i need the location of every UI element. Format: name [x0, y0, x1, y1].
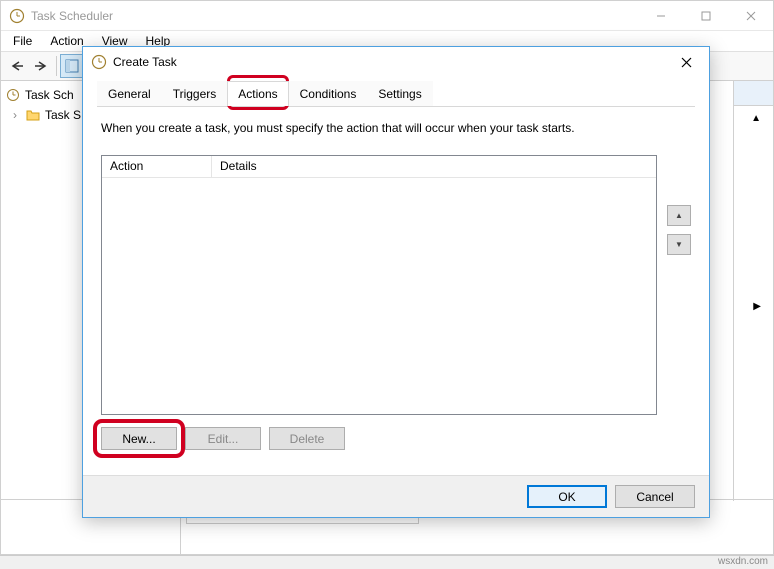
instruction-text: When you create a task, you must specify…: [101, 121, 691, 135]
dialog-titlebar: Create Task: [83, 47, 709, 77]
tree-library-label: Task S: [45, 108, 81, 122]
panel-expand-icon[interactable]: ▶: [753, 301, 761, 312]
cancel-button[interactable]: Cancel: [615, 485, 695, 508]
tab-triggers[interactable]: Triggers: [162, 81, 228, 106]
nav-back-button[interactable]: [5, 54, 29, 78]
titlebar: Task Scheduler: [1, 1, 773, 31]
dialog-footer: OK Cancel: [83, 475, 709, 517]
tabstrip: General Triggers Actions Conditions Sett…: [97, 81, 695, 107]
dialog-close-button[interactable]: [671, 50, 701, 74]
listview-header: Action Details: [102, 156, 656, 178]
actions-listview[interactable]: Action Details: [101, 155, 657, 415]
menu-file[interactable]: File: [5, 32, 40, 50]
nav-forward-button[interactable]: [29, 54, 53, 78]
move-down-button[interactable]: ▼: [667, 234, 691, 255]
minimize-button[interactable]: [638, 1, 683, 30]
tab-settings[interactable]: Settings: [367, 81, 432, 106]
page-footer: wsxdn.com: [0, 555, 774, 569]
window-controls: [638, 1, 773, 30]
column-details[interactable]: Details: [212, 156, 656, 177]
create-task-dialog: Create Task General Triggers Actions Con…: [82, 46, 710, 518]
new-button[interactable]: New...: [101, 427, 177, 450]
actions-list-row: Action Details ▲ ▼: [101, 155, 691, 415]
tab-actions[interactable]: Actions: [227, 81, 288, 106]
tab-general[interactable]: General: [97, 81, 162, 106]
actions-panel: ▲ ▶: [733, 81, 773, 501]
folder-icon: [25, 107, 41, 123]
show-hide-tree-button[interactable]: [60, 54, 84, 78]
edit-button[interactable]: Edit...: [185, 427, 261, 450]
expand-icon[interactable]: ›: [9, 108, 21, 122]
window-title: Task Scheduler: [31, 9, 638, 23]
tab-conditions[interactable]: Conditions: [289, 81, 368, 106]
maximize-button[interactable]: [683, 1, 728, 30]
reorder-controls: ▲ ▼: [667, 155, 691, 415]
ok-button[interactable]: OK: [527, 485, 607, 508]
app-icon: [9, 8, 25, 24]
action-buttons-row: New... Edit... Delete: [101, 427, 691, 450]
dialog-body: General Triggers Actions Conditions Sett…: [83, 77, 709, 464]
tab-content-actions: When you create a task, you must specify…: [97, 107, 695, 464]
clock-icon: [5, 87, 21, 103]
move-up-button[interactable]: ▲: [667, 205, 691, 226]
toolbar-separator: [56, 56, 57, 76]
tree-root-label: Task Sch: [25, 88, 74, 102]
close-button[interactable]: [728, 1, 773, 30]
column-action[interactable]: Action: [102, 156, 212, 177]
dialog-title: Create Task: [113, 55, 671, 69]
panel-header: [734, 81, 773, 106]
panel-collapse-icon[interactable]: ▲: [751, 113, 761, 124]
clock-icon: [91, 54, 107, 70]
delete-button[interactable]: Delete: [269, 427, 345, 450]
